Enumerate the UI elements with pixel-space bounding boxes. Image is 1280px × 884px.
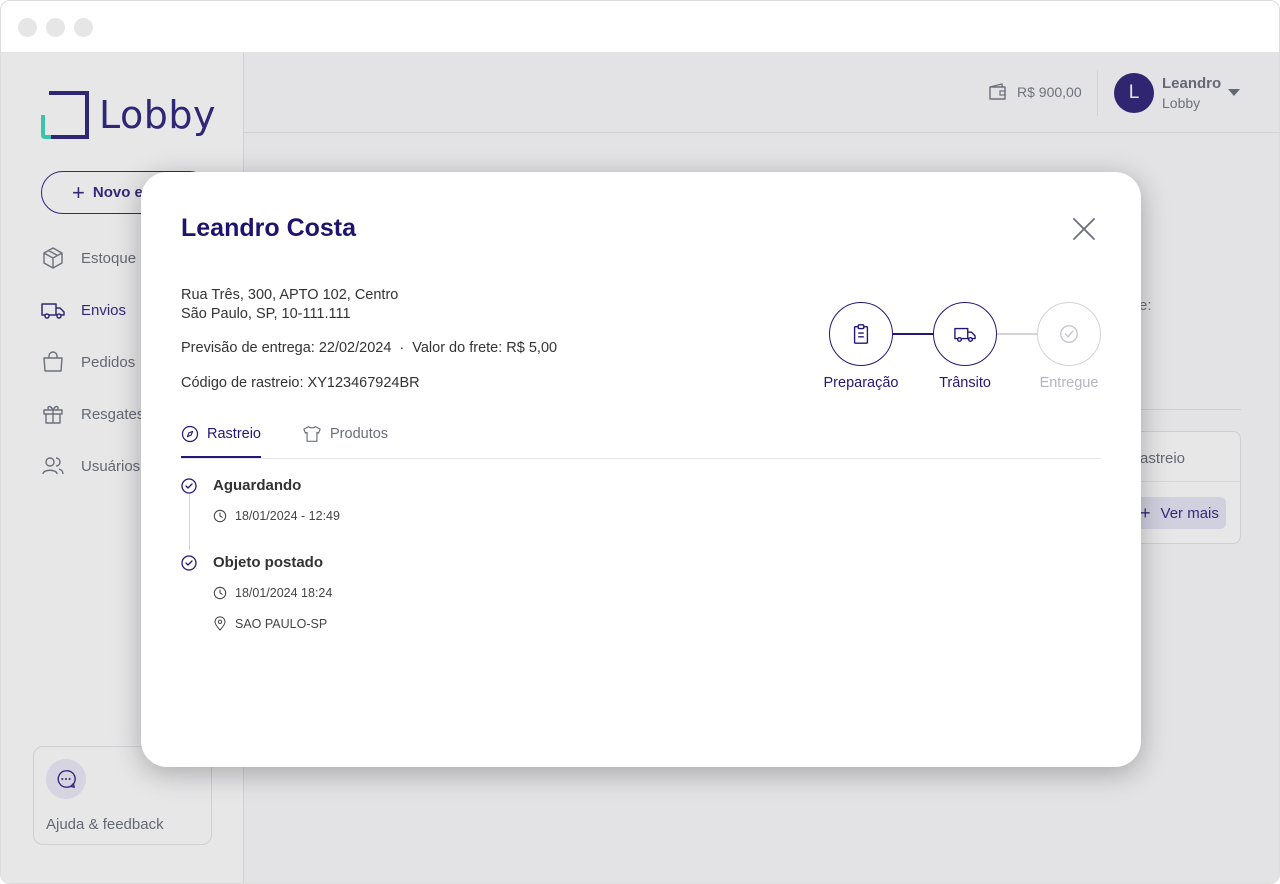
shipment-detail-modal: Leandro Costa Rua Três, 300, APTO 102, C… — [141, 172, 1141, 767]
step-preparacao — [829, 302, 893, 366]
browser-window: Lobby + Novo e Estoque Envios Pedidos Re… — [0, 0, 1280, 884]
address-line-1: Rua Três, 300, APTO 102, Centro — [181, 287, 399, 303]
timeline-event-title: Objeto postado — [213, 554, 323, 571]
delivery-address: Rua Três, 300, APTO 102, Centro São Paul… — [181, 286, 398, 324]
step-label-transito: Trânsito — [939, 375, 991, 391]
location-pin-icon — [214, 616, 226, 631]
timeline-connector — [188, 494, 190, 550]
compass-icon — [181, 425, 199, 443]
delivery-forecast-row: Previsão de entrega: 22/02/2024 · Valor do… — [181, 340, 557, 356]
tab-rastreio[interactable]: Rastreio — [181, 425, 261, 458]
datetime-text: 18/01/2024 - 12:49 — [235, 509, 340, 523]
check-circle-icon — [1060, 325, 1078, 343]
address-line-2: São Paulo, SP, 10-111.111 — [181, 306, 351, 322]
truck-icon — [954, 327, 976, 343]
step-label-entregue: Entregue — [1039, 375, 1099, 391]
close-button[interactable] — [1071, 216, 1097, 242]
timeline-event-location: SAO PAULO-SP — [213, 616, 327, 631]
window-close-dot[interactable] — [18, 18, 37, 37]
timeline-event-datetime: 18/01/2024 - 12:49 — [213, 509, 340, 523]
clock-icon — [213, 586, 227, 600]
step-label-preparacao: Preparação — [823, 375, 899, 391]
timeline-event-datetime: 18/01/2024 18:24 — [213, 586, 332, 600]
shirt-icon — [303, 426, 321, 442]
tracking-timeline: Aguardando 18/01/2024 - 12:49 Objeto pos… — [181, 474, 681, 654]
freight-value: Valor do frete: R$ 5,00 — [412, 340, 558, 356]
clock-icon — [213, 509, 227, 523]
detail-tabs: Rastreio Produtos — [181, 418, 1101, 459]
modal-title: Leandro Costa — [181, 214, 357, 242]
separator-dot: · — [399, 340, 405, 356]
check-circle-icon — [181, 555, 197, 571]
tab-produtos[interactable]: Produtos — [302, 426, 388, 458]
datetime-text: 18/01/2024 18:24 — [235, 586, 333, 600]
tab-label: Produtos — [330, 426, 389, 442]
window-minimize-dot[interactable] — [46, 18, 65, 37]
clipboard-icon — [853, 324, 869, 344]
location-text: SAO PAULO-SP — [235, 616, 328, 631]
window-maximize-dot[interactable] — [74, 18, 93, 37]
timeline-event-title: Aguardando — [213, 477, 302, 494]
check-circle-icon — [181, 478, 197, 494]
step-entregue — [1037, 302, 1101, 366]
tab-label: Rastreio — [207, 426, 261, 442]
delivery-forecast: Previsão de entrega: 22/02/2024 — [181, 340, 392, 356]
window-titlebar — [1, 1, 1279, 53]
close-icon — [1073, 218, 1095, 240]
step-transito — [933, 302, 997, 366]
tracking-code: Código de rastreio: XY123467924BR — [181, 375, 420, 391]
shipment-progress-stepper: Preparação Trânsito Entregue — [823, 302, 1123, 402]
